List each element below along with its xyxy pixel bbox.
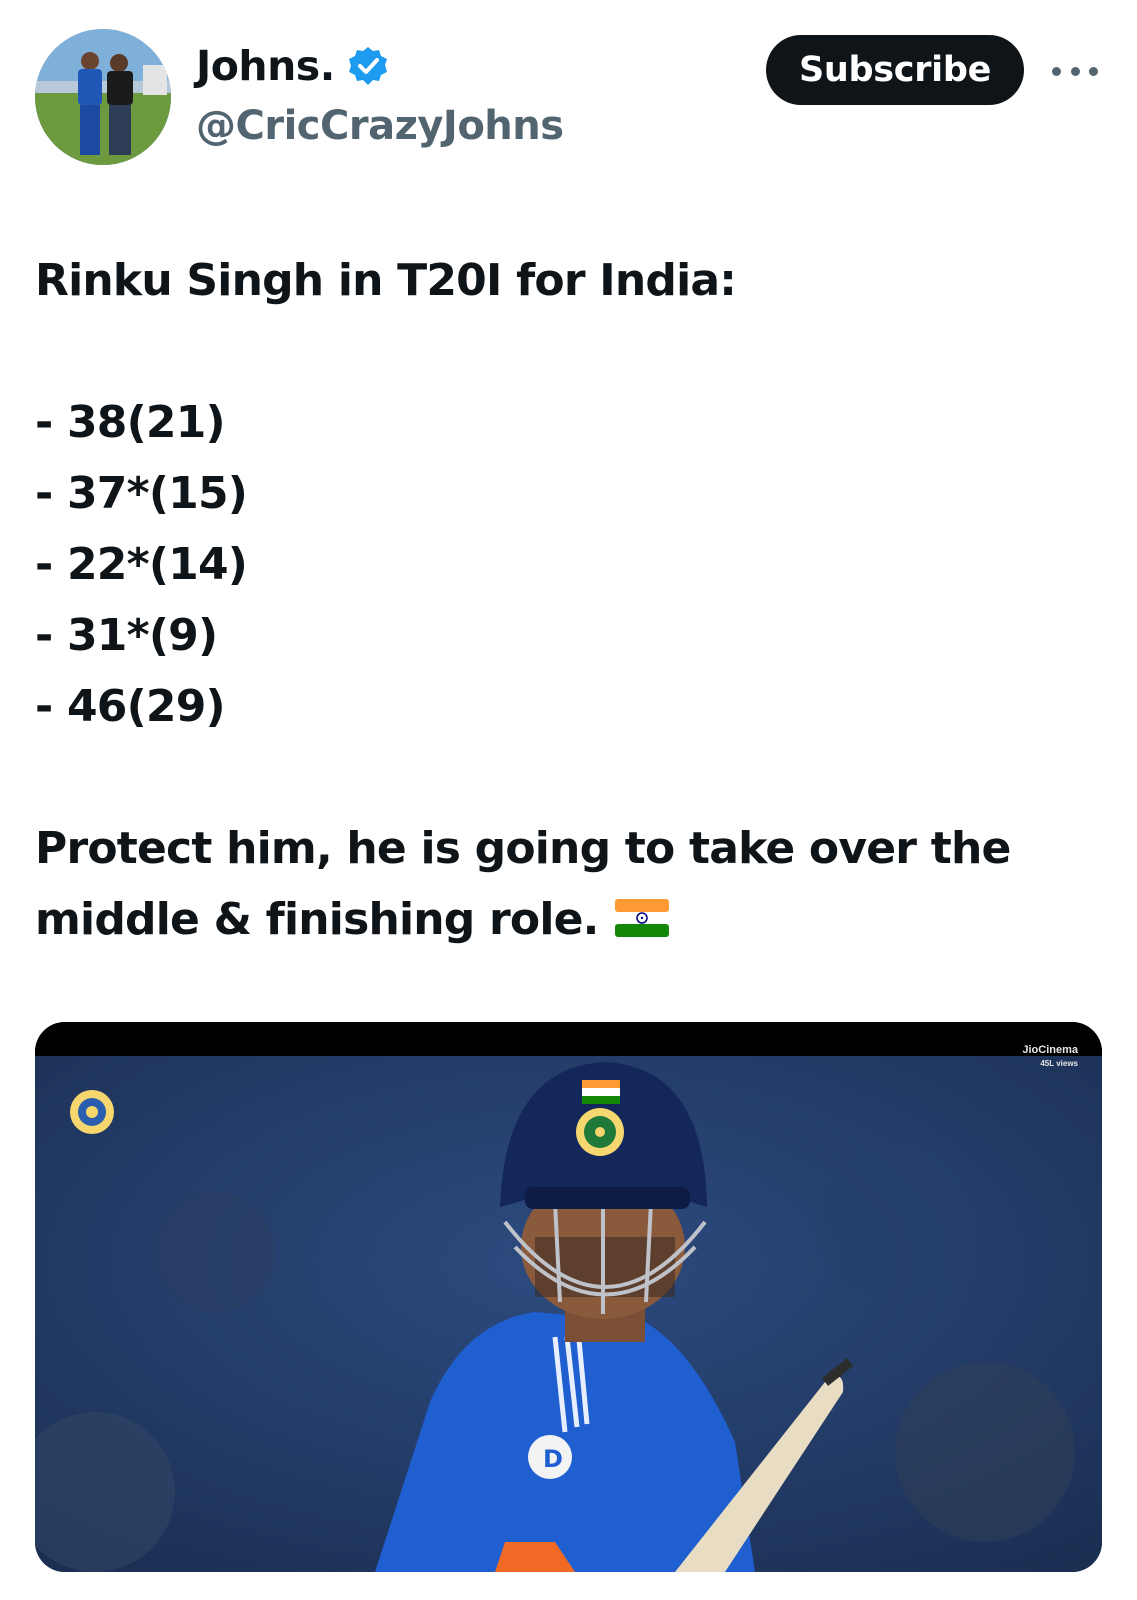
watermark-views: 45L views	[1040, 1059, 1078, 1068]
watermark-brand: JioCinema	[1022, 1044, 1078, 1056]
svg-text:D: D	[543, 1445, 563, 1473]
video-watermark: JioCinema 45L views	[1022, 1044, 1078, 1068]
score-line: - 46(29)	[35, 681, 226, 732]
india-flag-icon	[614, 887, 669, 958]
display-name[interactable]: Johns.	[196, 42, 335, 90]
bcci-logo-icon	[70, 1090, 114, 1134]
cricket-player-photo: D	[35, 1022, 1102, 1572]
score-line: - 37*(15)	[35, 468, 248, 519]
score-line: - 31*(9)	[35, 610, 218, 661]
subscribe-button[interactable]: Subscribe	[766, 35, 1024, 105]
tweet-line-role: middle & finishing role.	[35, 884, 1105, 958]
author-name-row: Johns.	[196, 42, 389, 90]
tweet-media-image[interactable]: D JioCinema 45L views	[35, 1022, 1102, 1572]
verified-badge-icon	[347, 45, 389, 87]
avatar-photo	[35, 29, 171, 165]
more-dots-icon[interactable]	[1052, 56, 1098, 86]
tweet-line-protect: Protect him, he is going to take over th…	[35, 823, 1011, 874]
tweet-line-title: Rinku Singh in T20I for India:	[35, 255, 737, 306]
author-handle[interactable]: @CricCrazyJohns	[196, 103, 564, 149]
avatar[interactable]	[35, 29, 171, 165]
helmet-badge-icon	[576, 1108, 624, 1156]
score-line: - 22*(14)	[35, 539, 248, 590]
tweet-text: Rinku Singh in T20I for India: - 38(21) …	[35, 245, 1105, 958]
score-line: - 38(21)	[35, 397, 226, 448]
tweet-line-role-text: middle & finishing role.	[35, 894, 599, 945]
